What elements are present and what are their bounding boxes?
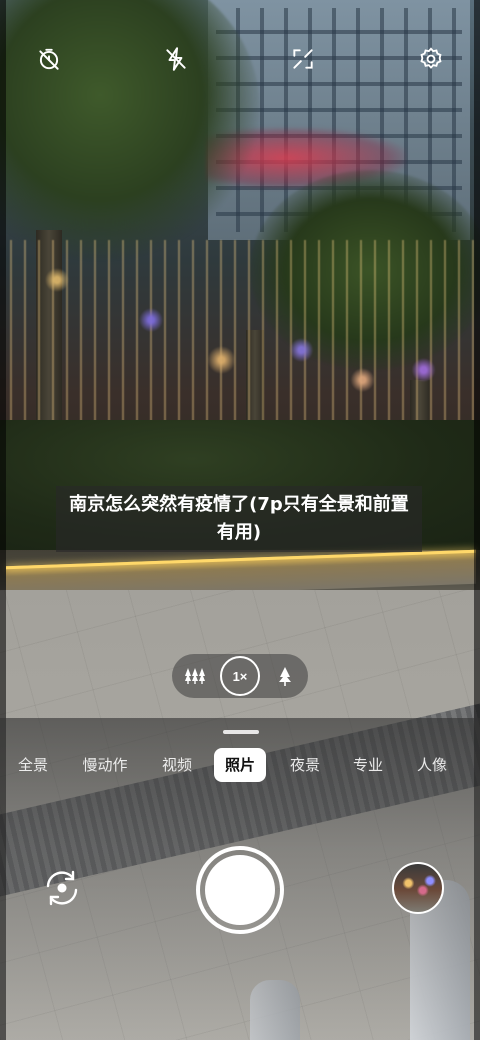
- fullscreen-icon[interactable]: [290, 46, 316, 72]
- mode-panorama[interactable]: 全景: [14, 748, 52, 782]
- camera-switch-icon[interactable]: [40, 866, 84, 910]
- flash-off-icon[interactable]: [163, 46, 189, 72]
- mode-video[interactable]: 视频: [158, 748, 196, 782]
- timer-off-icon[interactable]: [36, 46, 62, 72]
- string-lights: [10, 240, 480, 440]
- zoom-level-button[interactable]: 1×: [220, 656, 260, 696]
- shutter-button-inner[interactable]: [205, 855, 275, 925]
- camera-mode-selector: 全景 慢动作 视频 照片 夜景 专业 人像: [0, 748, 480, 782]
- mode-night[interactable]: 夜景: [286, 748, 324, 782]
- post-title-caption: 南京怎么突然有疫情了(7p只有全景和前置有用): [56, 486, 422, 552]
- zoom-selector[interactable]: 1×: [172, 654, 308, 698]
- mode-slow-motion[interactable]: 慢动作: [80, 748, 130, 782]
- tree-icon[interactable]: [270, 661, 300, 691]
- trees-icon[interactable]: [180, 661, 210, 691]
- mode-photo[interactable]: 照片: [214, 748, 266, 782]
- settings-icon[interactable]: [418, 46, 444, 72]
- mode-portrait[interactable]: 人像: [413, 748, 451, 782]
- shutter-button[interactable]: [196, 846, 284, 934]
- gallery-thumbnail[interactable]: [392, 862, 444, 914]
- drawer-handle[interactable]: [223, 730, 259, 734]
- mode-pro[interactable]: 专业: [349, 748, 387, 782]
